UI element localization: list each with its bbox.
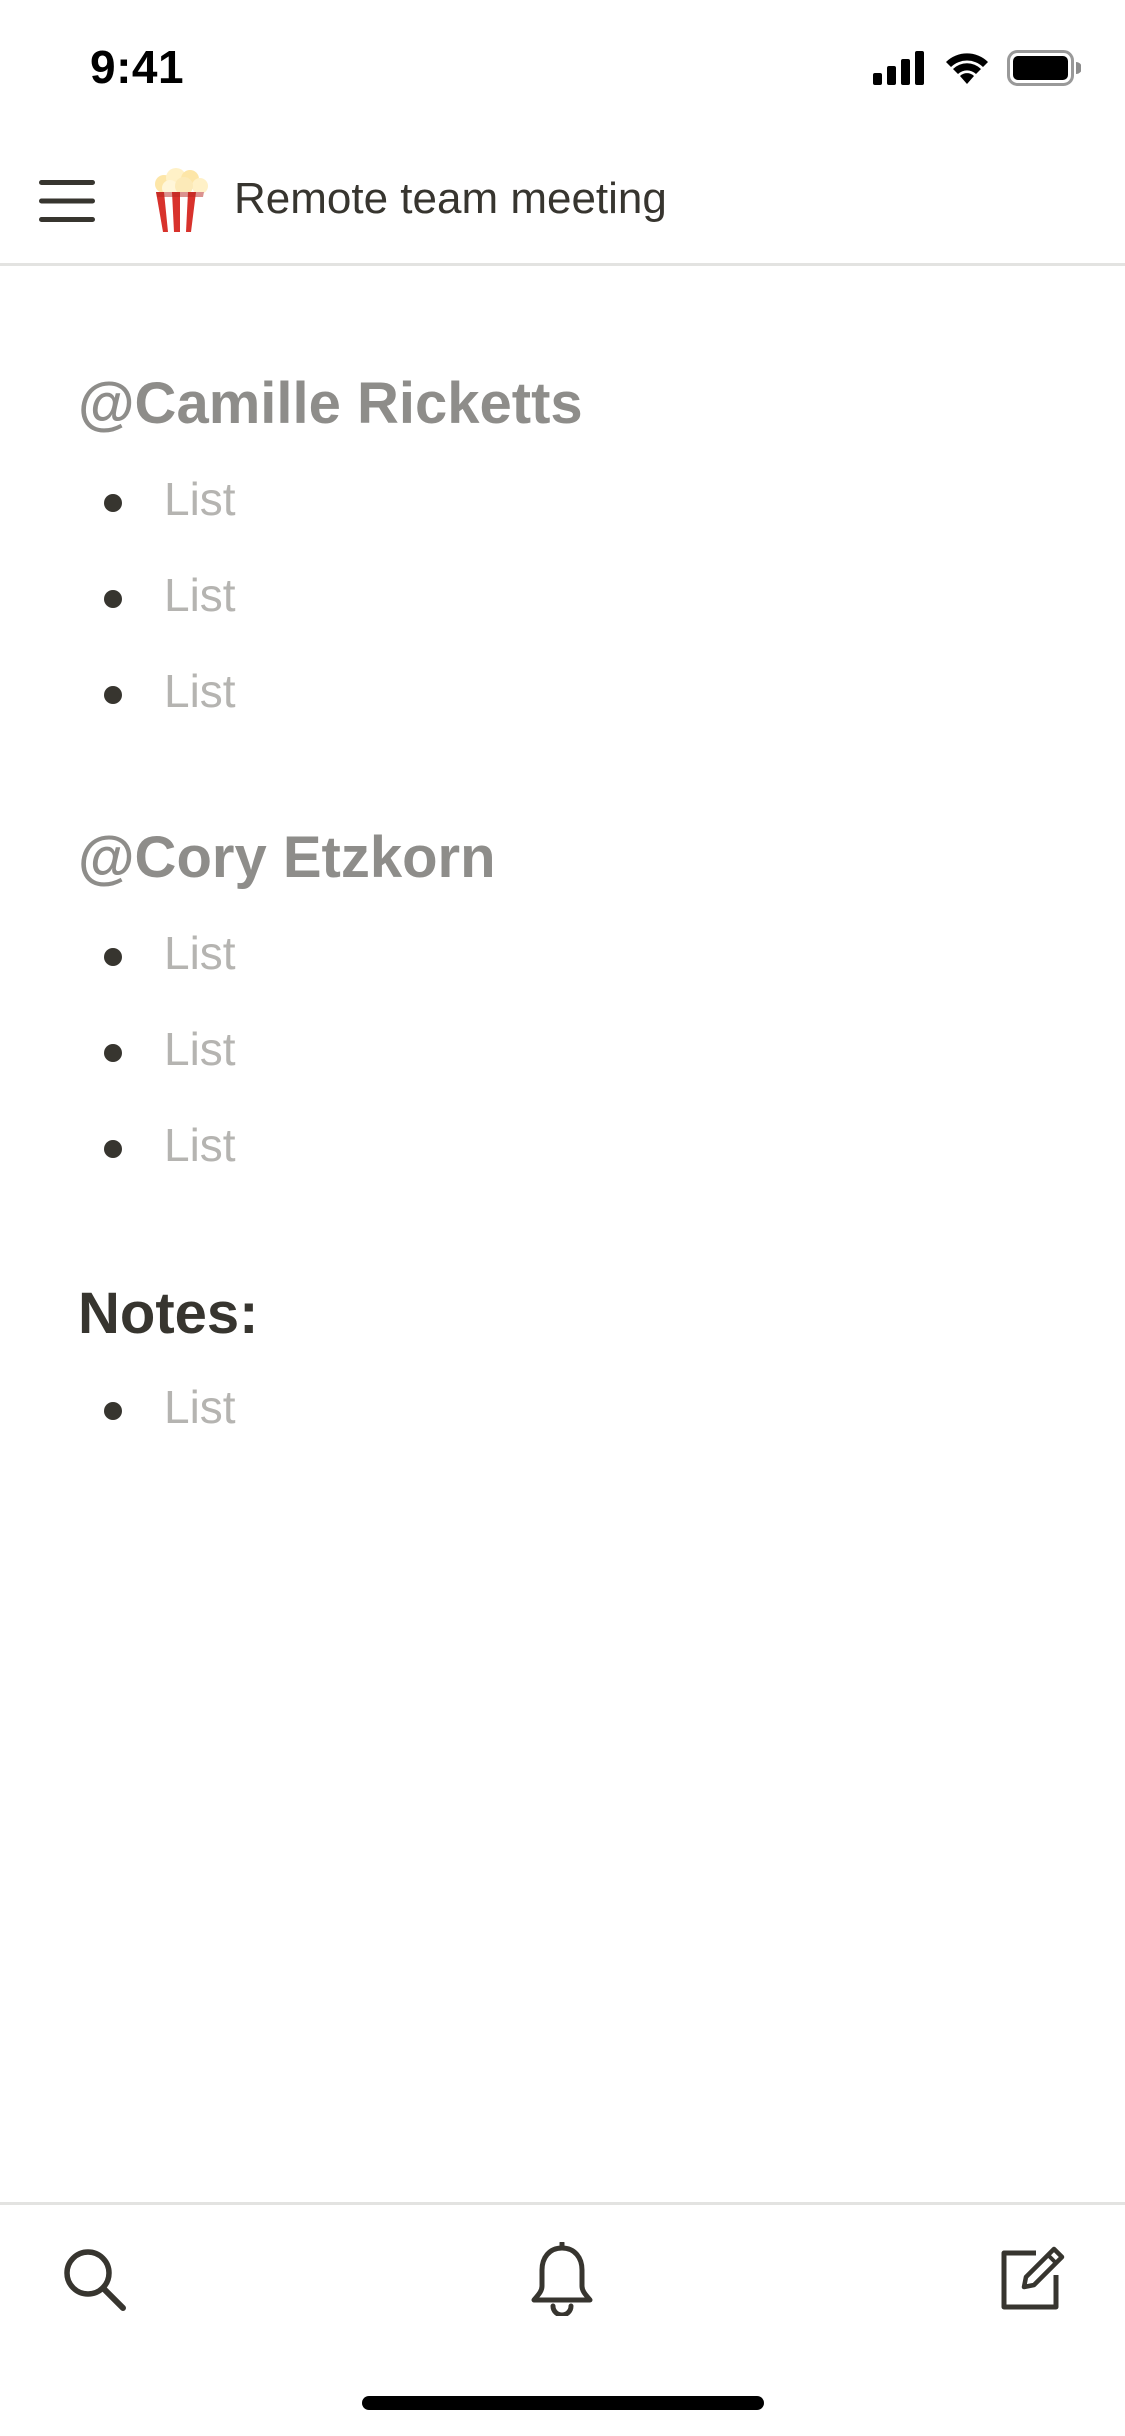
popcorn-emoji-icon[interactable] (150, 168, 210, 234)
status-time: 9:41 (90, 41, 185, 93)
status-icons (873, 50, 1082, 91)
battery-icon (1007, 50, 1082, 91)
section-heading-camille[interactable]: @Camille Ricketts (78, 370, 583, 437)
home-indicator[interactable] (362, 2396, 764, 2410)
section-heading-notes[interactable]: Notes: (78, 1280, 258, 1347)
notifications-button[interactable] (522, 2239, 602, 2319)
list-item-text[interactable]: List (164, 1022, 236, 1076)
list-item[interactable]: List (0, 1014, 1125, 1094)
list-item-text[interactable]: List (164, 664, 236, 718)
list-item[interactable]: List (0, 464, 1125, 544)
bullet-icon (104, 1140, 122, 1158)
bullet-icon (104, 1044, 122, 1062)
list-item[interactable]: List (0, 1110, 1125, 1190)
section-heading-cory[interactable]: @Cory Etzkorn (78, 824, 496, 891)
hamburger-menu-icon[interactable] (39, 178, 95, 224)
list-item[interactable]: List (0, 918, 1125, 998)
list-item-text[interactable]: List (164, 1118, 236, 1172)
cellular-signal-icon (873, 51, 927, 90)
list-item[interactable]: List (0, 656, 1125, 736)
bullet-icon (104, 1402, 122, 1420)
list-item[interactable]: List (0, 560, 1125, 640)
menu-button[interactable] (36, 170, 98, 232)
wifi-icon (943, 50, 991, 91)
list-item-text[interactable]: List (164, 568, 236, 622)
search-button[interactable] (54, 2239, 134, 2319)
list-item-text[interactable]: List (164, 472, 236, 526)
search-icon[interactable] (59, 2244, 129, 2314)
bullet-icon (104, 590, 122, 608)
new-page-button[interactable] (990, 2239, 1070, 2319)
page-header: Remote team meeting (0, 140, 1125, 266)
status-bar: 9:41 (0, 0, 1125, 140)
page-title: Remote team meeting (234, 174, 667, 223)
app-screen: 9:41 Remote team meeting @Camille Ricket… (0, 0, 1125, 2436)
list-item-text[interactable]: List (164, 926, 236, 980)
compose-icon[interactable] (994, 2243, 1066, 2315)
list-item-text[interactable]: List (164, 1380, 236, 1434)
bullet-icon (104, 686, 122, 704)
bell-icon[interactable] (529, 2242, 595, 2316)
bullet-icon (104, 948, 122, 966)
bullet-icon (104, 494, 122, 512)
list-item[interactable]: List (0, 1372, 1125, 1452)
